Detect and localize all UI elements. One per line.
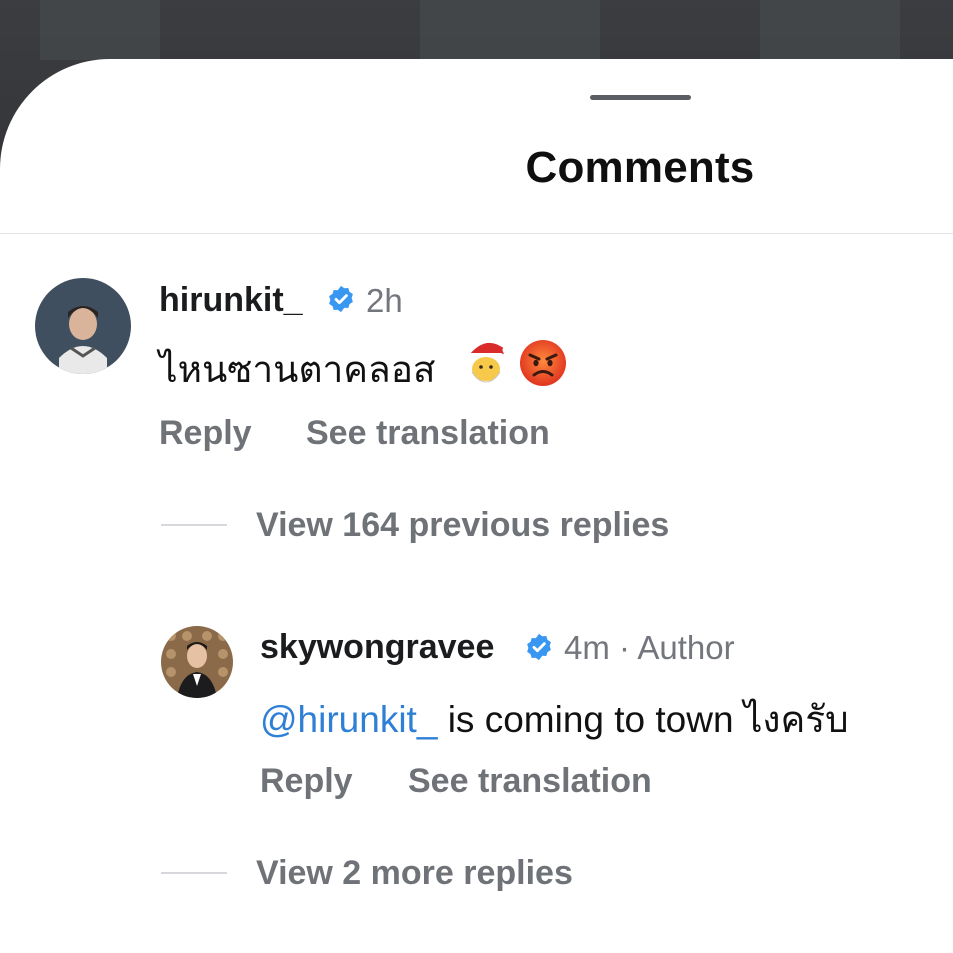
angry-face-emoji-icon <box>518 338 568 393</box>
verified-badge-icon <box>326 284 356 319</box>
replies-thread-line <box>161 524 227 526</box>
see-translation-button[interactable]: See translation <box>306 414 550 453</box>
reply-text-body: is coming to town ไงครับ <box>437 699 849 740</box>
comment-username[interactable]: hirunkit_ <box>159 281 303 320</box>
see-translation-button[interactable]: See translation <box>408 762 652 801</box>
reply-button[interactable]: Reply <box>159 414 252 453</box>
mention-link[interactable]: @hirunkit_ <box>260 699 437 740</box>
reply-meta: 4m · Author <box>564 629 735 667</box>
avatar[interactable] <box>35 278 131 374</box>
page-title: Comments <box>525 143 755 192</box>
background-beam <box>420 0 600 60</box>
replies-thread-line <box>161 872 227 874</box>
reply-username[interactable]: skywongravee <box>260 628 494 667</box>
reply-button[interactable]: Reply <box>260 762 353 801</box>
comment-text: ไหนซานตาคลอส <box>159 349 436 390</box>
comment-timestamp: 2h <box>366 282 403 319</box>
header-divider <box>0 233 953 234</box>
background-beam <box>40 0 160 60</box>
reply-text: @hirunkit_ is coming to town ไงครับ <box>260 690 849 749</box>
background-beam <box>760 0 900 60</box>
avatar[interactable] <box>161 626 233 698</box>
santa-emoji-icon <box>462 336 512 393</box>
drag-handle[interactable] <box>590 95 691 100</box>
meta-separator: · <box>619 629 631 666</box>
view-previous-replies-button[interactable]: View 164 previous replies <box>256 506 669 545</box>
view-more-replies-button[interactable]: View 2 more replies <box>256 854 573 893</box>
reply-timestamp: 4m <box>564 629 610 666</box>
author-label: Author <box>637 629 735 666</box>
verified-badge-icon <box>524 632 554 667</box>
